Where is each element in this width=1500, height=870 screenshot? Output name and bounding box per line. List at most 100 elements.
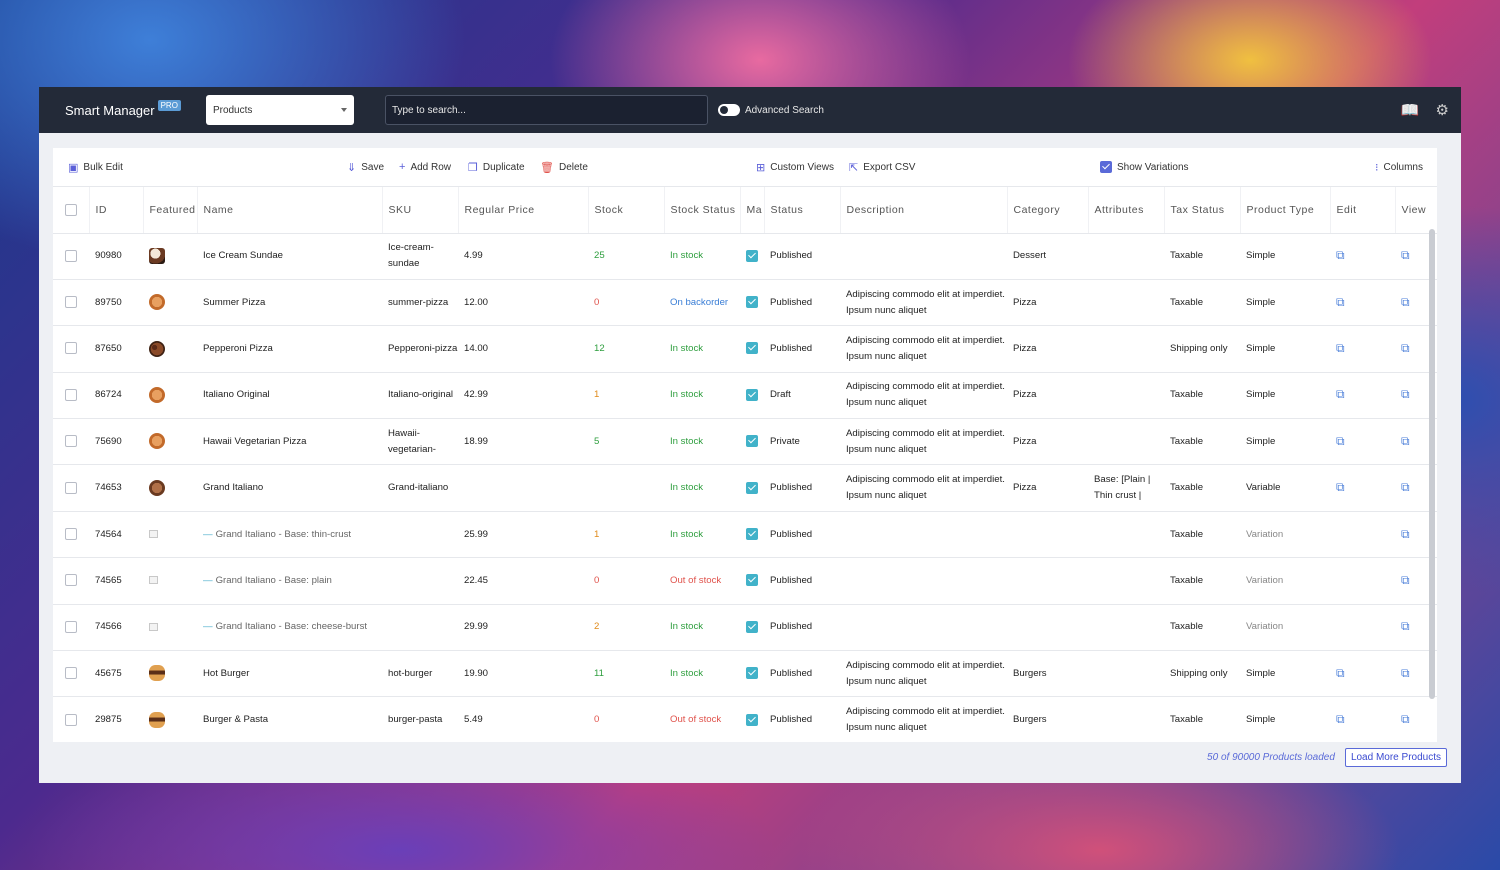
attributes-cell[interactable] <box>1088 511 1164 559</box>
table-row[interactable]: 87650 Pepperoni Pizza Pepperoni-pizza 14.00… <box>53 325 1437 373</box>
tax-status-cell[interactable]: Taxable <box>1164 279 1240 327</box>
id-cell[interactable]: 45675 <box>89 650 143 698</box>
price-cell[interactable] <box>458 464 588 512</box>
featured-cell[interactable] <box>143 696 197 742</box>
row-checkbox-cell[interactable] <box>53 604 89 652</box>
stock-cell[interactable]: 0 <box>588 557 664 605</box>
edit-cell[interactable]: ⧉ <box>1330 696 1395 742</box>
stock-cell[interactable] <box>588 464 664 512</box>
row-checkbox-cell[interactable] <box>53 233 89 280</box>
status-cell[interactable]: Published <box>764 464 840 512</box>
status-cell[interactable]: Published <box>764 696 840 742</box>
name-cell[interactable]: Grand Italiano <box>197 464 382 512</box>
table-row[interactable]: 29875 Burger & Pasta burger-pasta 5.49 0 Out … <box>53 696 1437 742</box>
row-checkbox[interactable] <box>65 296 77 309</box>
sku-cell[interactable]: burger-pasta <box>382 696 458 742</box>
description-cell[interactable]: Adipiscing commodo elit at imperdiet. Ip… <box>840 418 1007 466</box>
id-cell[interactable]: 90980 <box>89 233 143 280</box>
tax-status-cell[interactable]: Taxable <box>1164 604 1240 652</box>
external-link-icon[interactable]: ⧉ <box>1401 248 1410 262</box>
add-row-button[interactable]: + Add Row <box>399 161 451 173</box>
name-cell[interactable]: Hot Burger <box>197 650 382 698</box>
row-checkbox-cell[interactable] <box>53 372 89 420</box>
attributes-cell[interactable] <box>1088 557 1164 605</box>
load-more-button[interactable]: Load More Products <box>1344 748 1447 767</box>
tax-status-cell[interactable]: Shipping only <box>1164 325 1240 373</box>
column-header-name[interactable]: Name <box>197 187 383 234</box>
column-header-tax-status[interactable]: Tax Status <box>1164 187 1241 234</box>
stock-status-cell[interactable]: In stock <box>664 464 740 512</box>
sku-cell[interactable]: Grand-italiano <box>382 464 458 512</box>
sku-cell[interactable] <box>382 511 458 559</box>
name-cell[interactable]: Ice Cream Sundae <box>197 233 382 280</box>
row-checkbox[interactable] <box>65 620 77 633</box>
manage-stock-cell[interactable] <box>740 372 764 420</box>
edit-cell[interactable]: ⧉ <box>1330 418 1395 466</box>
external-link-icon[interactable]: ⧉ <box>1401 527 1410 541</box>
stock-status-cell[interactable]: In stock <box>664 325 740 373</box>
status-cell[interactable]: Published <box>764 233 840 280</box>
checkbox-checked-icon[interactable] <box>746 481 758 494</box>
columns-button[interactable]: ⁝ Columns <box>1375 161 1423 174</box>
book-icon[interactable]: 📖 <box>1401 101 1420 119</box>
vertical-scrollbar[interactable] <box>1429 229 1435 699</box>
featured-cell[interactable] <box>143 372 197 420</box>
sku-cell[interactable] <box>382 557 458 605</box>
attributes-cell[interactable] <box>1088 325 1164 373</box>
sku-cell[interactable]: Pepperoni-pizza <box>382 325 458 373</box>
external-link-icon[interactable]: ⧉ <box>1336 387 1345 401</box>
external-link-icon[interactable]: ⧉ <box>1401 434 1410 448</box>
row-checkbox[interactable] <box>65 249 77 262</box>
row-checkbox-cell[interactable] <box>53 325 89 373</box>
sku-cell[interactable]: Ice-cream-sundae <box>382 233 458 280</box>
product-type-cell[interactable]: Variation <box>1240 604 1330 652</box>
featured-cell[interactable] <box>143 511 197 559</box>
featured-cell[interactable] <box>143 233 197 280</box>
duplicate-button[interactable]: ❐ Duplicate <box>468 161 525 174</box>
status-cell[interactable]: Published <box>764 557 840 605</box>
tax-status-cell[interactable]: Taxable <box>1164 696 1240 742</box>
description-cell[interactable] <box>840 511 1007 559</box>
column-header-product-type[interactable]: Product Type <box>1240 187 1331 234</box>
category-cell[interactable]: Burgers <box>1007 696 1088 742</box>
featured-cell[interactable] <box>143 650 197 698</box>
table-row[interactable]: 74565 — Grand Italiano - Base: plain 22.45 0… <box>53 557 1437 605</box>
column-header-description[interactable]: Description <box>840 187 1008 234</box>
edit-cell[interactable]: ⧉ <box>1330 279 1395 327</box>
table-row[interactable]: 90980 Ice Cream Sundae Ice-cream-sundae 4.9… <box>53 233 1437 280</box>
column-header-stock[interactable]: Stock <box>588 187 665 234</box>
price-cell[interactable]: 29.99 <box>458 604 588 652</box>
checkbox-checked-icon[interactable] <box>746 342 758 355</box>
external-link-icon[interactable]: ⧉ <box>1336 248 1345 262</box>
external-link-icon[interactable]: ⧉ <box>1336 341 1345 355</box>
featured-cell[interactable] <box>143 325 197 373</box>
external-link-icon[interactable]: ⧉ <box>1401 573 1410 587</box>
column-header-category[interactable]: Category <box>1007 187 1089 234</box>
category-cell[interactable]: Burgers <box>1007 650 1088 698</box>
price-cell[interactable]: 5.49 <box>458 696 588 742</box>
status-cell[interactable]: Published <box>764 511 840 559</box>
sku-cell[interactable]: hot-burger <box>382 650 458 698</box>
attributes-cell[interactable] <box>1088 372 1164 420</box>
product-type-cell[interactable]: Variation <box>1240 557 1330 605</box>
checkbox-checked-icon[interactable] <box>746 435 758 448</box>
product-type-cell[interactable]: Simple <box>1240 372 1330 420</box>
description-cell[interactable]: Adipiscing commodo elit at imperdiet. Ip… <box>840 279 1007 327</box>
select-all-checkbox[interactable] <box>65 203 77 216</box>
checkbox-checked-icon[interactable] <box>746 528 758 540</box>
table-row[interactable]: 86724 Italiano Original Italiano-original 4… <box>53 372 1437 420</box>
price-cell[interactable]: 25.99 <box>458 511 588 559</box>
tax-status-cell[interactable]: Shipping only <box>1164 650 1240 698</box>
custom-views-button[interactable]: ⊞ Custom Views <box>756 161 834 174</box>
attributes-cell[interactable] <box>1088 233 1164 280</box>
row-checkbox-cell[interactable] <box>53 418 89 466</box>
status-cell[interactable]: Private <box>764 418 840 466</box>
stock-cell[interactable]: 1 <box>588 372 664 420</box>
featured-cell[interactable] <box>143 279 197 327</box>
manage-stock-cell[interactable] <box>740 325 764 373</box>
status-cell[interactable]: Published <box>764 279 840 327</box>
product-thumbnail[interactable] <box>149 387 165 404</box>
name-cell[interactable]: Pepperoni Pizza <box>197 325 382 373</box>
dashboard-select[interactable]: Products <box>205 95 354 125</box>
id-cell[interactable]: 87650 <box>89 325 143 373</box>
